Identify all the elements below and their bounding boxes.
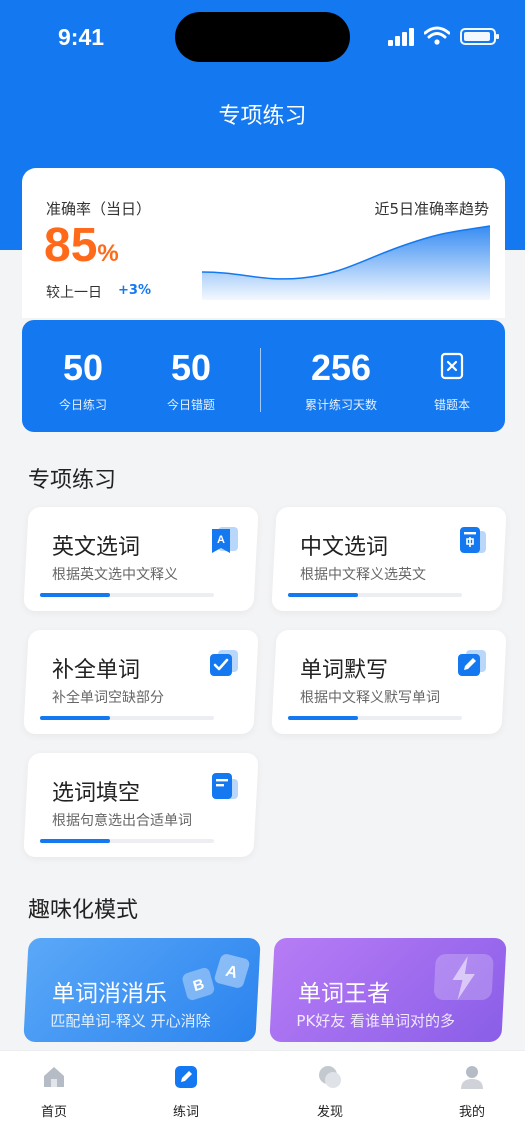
- status-time: 9:41: [58, 24, 105, 50]
- card-title: 补全单词: [52, 658, 141, 683]
- card-title: 中文选词: [300, 535, 389, 560]
- stat-today-practice[interactable]: 50 今日练习: [52, 348, 114, 413]
- card-subtitle: 补全单词空缺部分: [52, 690, 164, 706]
- tab-label: 发现: [316, 1105, 343, 1120]
- card-progress: [40, 593, 214, 597]
- card-title: 选词填空: [52, 781, 141, 806]
- discover-icon: [319, 1066, 341, 1088]
- signal-icon: [388, 28, 414, 46]
- practice-card-complete-word[interactable]: 补全单词 补全单词空缺部分: [23, 630, 259, 734]
- practice-card-dictation[interactable]: 单词默写 根据中文释义默写单词: [271, 630, 507, 734]
- stat-number: 256: [310, 347, 372, 388]
- practice-card-chinese-choice[interactable]: 中文选词 根据中文释义选英文: [271, 507, 507, 611]
- stat-divider: [260, 348, 261, 412]
- trend-title: 近5日准确率趋势: [374, 200, 489, 218]
- tab-label: 我的: [458, 1105, 485, 1120]
- card-subtitle: 根据中文释义选英文: [300, 567, 426, 583]
- card-progress: [40, 839, 214, 843]
- home-icon: [44, 1067, 64, 1087]
- tab-profile[interactable]: 我的: [442, 1063, 502, 1120]
- compare-label: 较上一日: [46, 285, 102, 301]
- section-title-fun: 趣味化模式: [28, 898, 139, 923]
- book-zh-icon: [460, 527, 486, 553]
- svg-text:A: A: [217, 534, 225, 546]
- profile-icon: [461, 1066, 483, 1089]
- bookmark-a-icon: A: [212, 527, 238, 553]
- card-progress-fill: [40, 716, 110, 720]
- check-icon: [210, 650, 238, 676]
- practice-icon: [175, 1066, 197, 1088]
- tab-label: 首页: [40, 1105, 67, 1120]
- wifi-icon: [424, 26, 450, 45]
- card-progress: [40, 716, 214, 720]
- card-progress: [288, 593, 462, 597]
- letter-tiles-icon: B A: [182, 954, 250, 1001]
- fun-card-subtitle: PK好友 看谁单词对的多: [296, 1012, 456, 1030]
- card-progress-fill: [288, 716, 358, 720]
- pencil-icon: [458, 650, 486, 676]
- tab-bar: 首页 练词 发现 我的: [0, 1050, 525, 1136]
- fun-card-title: 单词消消乐: [51, 981, 167, 1007]
- stat-total-days[interactable]: 256 累计练习天数: [294, 348, 388, 413]
- lightning-icon: [433, 954, 494, 1000]
- trend-area: [202, 226, 490, 300]
- card-title: 英文选词: [52, 535, 141, 560]
- practice-card-fill-blank[interactable]: 选词填空 根据句意选出合适单词: [23, 753, 259, 857]
- wrong-book-icon[interactable]: [438, 352, 466, 380]
- tab-home[interactable]: 首页: [24, 1063, 84, 1120]
- stat-label: 累计练习天数: [304, 398, 377, 412]
- wrong-book-button[interactable]: 错题本: [420, 396, 484, 413]
- accuracy-value: 85%: [44, 218, 119, 282]
- fun-card-word-king[interactable]: 单词王者 PK好友 看谁单词对的多: [269, 938, 507, 1042]
- card-progress-fill: [40, 593, 110, 597]
- wrong-book-label: 错题本: [433, 398, 470, 412]
- practice-page: 9:41 专项练习 准确率（当日） 85% 较上一日 +3% 近5日准确率趋势: [0, 0, 525, 1136]
- battery-icon: [460, 28, 499, 45]
- card-progress: [288, 716, 462, 720]
- card-subtitle: 根据句意选出合适单词: [52, 813, 192, 829]
- accuracy-card: 准确率（当日） 85% 较上一日 +3% 近5日准确率趋势: [22, 168, 505, 318]
- card-subtitle: 根据中文释义默写单词: [300, 690, 440, 706]
- dynamic-island: [175, 12, 350, 62]
- accuracy-unit: %: [97, 240, 119, 267]
- accuracy-number: 85: [44, 219, 98, 272]
- fun-card-match[interactable]: B A 单词消消乐 匹配单词-释义 开心消除: [23, 938, 261, 1042]
- card-subtitle: 根据英文选中文释义: [52, 567, 178, 583]
- fun-card-subtitle: 匹配单词-释义 开心消除: [50, 1012, 211, 1030]
- accuracy-delta: +3%: [118, 283, 151, 298]
- status-bar: 9:41: [0, 0, 525, 76]
- tab-discover[interactable]: 发现: [300, 1063, 360, 1120]
- fun-card-title: 单词王者: [297, 981, 390, 1007]
- page-title: 专项练习: [218, 104, 307, 129]
- stat-today-wrong[interactable]: 50 今日错题: [160, 348, 222, 413]
- section-title-practice: 专项练习: [28, 468, 117, 493]
- card-progress-fill: [288, 593, 358, 597]
- tab-label: 练词: [172, 1105, 199, 1120]
- card-title: 单词默写: [300, 658, 389, 683]
- stat-number: 50: [62, 347, 104, 388]
- card-progress-fill: [40, 839, 110, 843]
- stat-label: 今日错题: [166, 398, 215, 412]
- stat-number: 50: [170, 347, 212, 388]
- trend-chart: [202, 225, 490, 300]
- tab-practice[interactable]: 练词: [156, 1063, 216, 1120]
- book-icon: [212, 773, 238, 799]
- stats-bar: 50 今日练习 50 今日错题 256 累计练习天数 错题本: [22, 320, 505, 432]
- accuracy-label: 准确率（当日）: [46, 200, 152, 218]
- practice-card-english-choice[interactable]: 英文选词 根据英文选中文释义 A: [23, 507, 259, 611]
- stat-label: 今日练习: [58, 398, 107, 412]
